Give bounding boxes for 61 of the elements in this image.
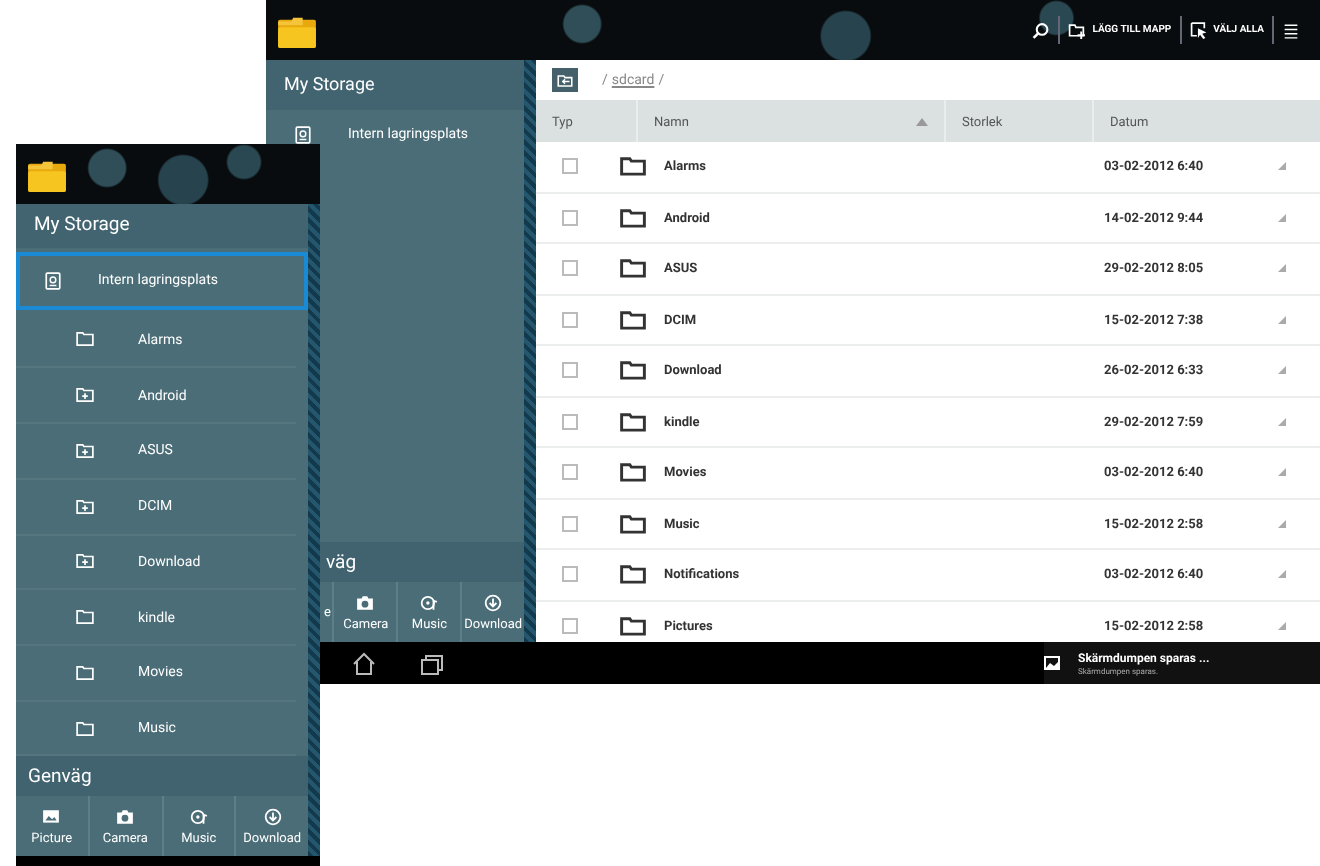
folder-icon <box>620 360 646 381</box>
checkbox[interactable] <box>562 158 578 175</box>
folder-icon <box>620 207 646 228</box>
checkbox[interactable] <box>562 209 578 226</box>
folder-icon <box>76 719 94 738</box>
corner-icon[interactable] <box>1278 264 1286 273</box>
checkbox[interactable] <box>562 260 578 277</box>
folder-icon <box>620 411 646 432</box>
corner-icon[interactable] <box>1278 366 1286 375</box>
folder-logo-icon <box>278 13 316 47</box>
section-heading: My Storage <box>16 204 308 248</box>
download-icon <box>263 807 282 826</box>
folder-plus-icon <box>76 386 94 405</box>
checkbox[interactable] <box>562 566 578 583</box>
corner-icon[interactable] <box>1278 213 1286 222</box>
section-heading: Genväg <box>16 756 308 797</box>
folder-back-icon <box>556 71 574 89</box>
folder-icon <box>620 564 646 585</box>
corner-icon[interactable] <box>1278 162 1286 171</box>
folder-icon <box>620 309 646 330</box>
corner-icon[interactable] <box>1278 519 1286 528</box>
picture-icon <box>42 807 61 826</box>
checkbox[interactable] <box>562 311 578 328</box>
section-heading: My Storage <box>266 60 524 110</box>
camera-icon <box>356 593 375 611</box>
checkbox[interactable] <box>562 515 578 532</box>
storage-icon <box>294 125 312 143</box>
folder-logo-icon <box>28 157 66 191</box>
corner-icon[interactable] <box>1278 315 1286 324</box>
folder-plus-icon <box>76 552 94 571</box>
corner-icon[interactable] <box>1278 570 1286 579</box>
search-icon[interactable] <box>1032 21 1051 39</box>
folder-icon <box>620 156 646 177</box>
checkbox[interactable] <box>562 464 578 481</box>
folder-plus-icon <box>76 497 94 516</box>
folder-icon <box>620 462 646 483</box>
folder-icon <box>620 615 646 636</box>
menu-icon[interactable] <box>1282 21 1300 39</box>
folder-icon <box>620 513 646 534</box>
recent-apps-icon[interactable] <box>418 651 446 675</box>
music-disc-icon <box>189 807 208 826</box>
music-disc-icon <box>420 593 439 611</box>
storage-icon <box>44 271 62 290</box>
corner-icon[interactable] <box>1278 621 1286 630</box>
folder-up-button[interactable] <box>552 68 578 92</box>
folder-icon <box>76 663 94 682</box>
download-icon <box>484 593 503 611</box>
home-icon[interactable] <box>350 651 378 675</box>
image-icon <box>1044 656 1060 670</box>
checkbox[interactable] <box>562 413 578 430</box>
corner-icon[interactable] <box>1278 417 1286 426</box>
checkbox[interactable] <box>562 617 578 634</box>
corner-icon[interactable] <box>1278 468 1286 477</box>
camera-icon <box>116 807 135 826</box>
folder-plus-icon <box>76 441 94 460</box>
folder-plus-icon <box>1068 21 1087 39</box>
folder-icon <box>76 608 94 627</box>
cursor-box-icon <box>1189 21 1208 39</box>
folder-icon <box>620 258 646 279</box>
checkbox[interactable] <box>562 362 578 379</box>
folder-icon <box>76 330 94 349</box>
